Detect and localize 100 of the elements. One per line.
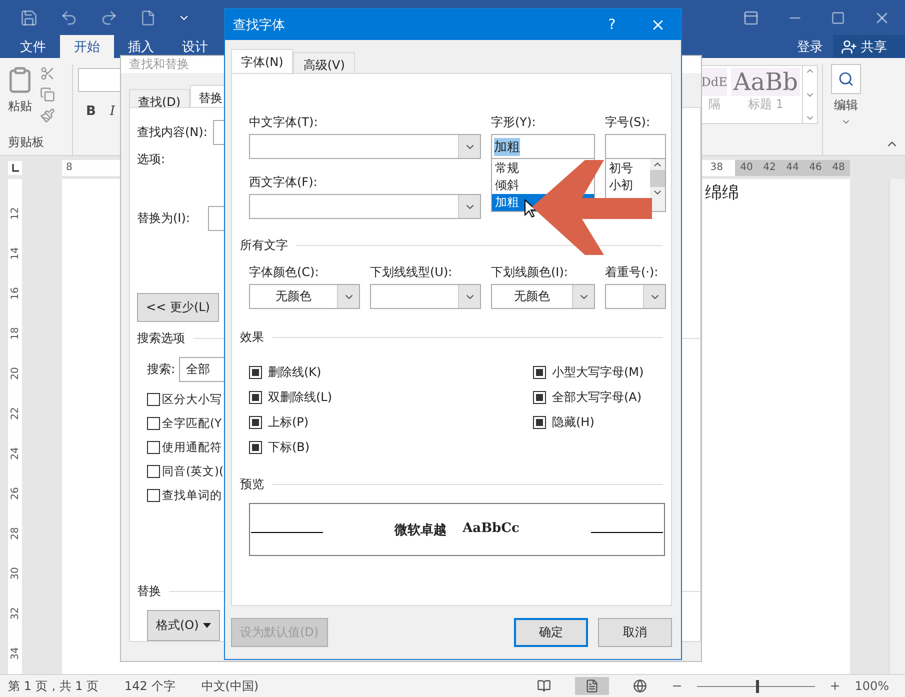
format-painter-icon[interactable] bbox=[40, 108, 55, 123]
ribbon-tab[interactable]: 开始 bbox=[60, 35, 114, 58]
field-label: 选项: bbox=[137, 151, 166, 168]
checkbox-label: 使用通配符 bbox=[162, 440, 222, 455]
share-button[interactable]: 共享 bbox=[833, 35, 905, 58]
user-plus-icon bbox=[841, 38, 857, 54]
checkbox[interactable] bbox=[533, 366, 546, 379]
checkbox[interactable] bbox=[147, 465, 160, 478]
ruler-number: 44 bbox=[785, 162, 800, 173]
combo-label: 字体颜色(C): bbox=[249, 266, 320, 279]
ribbon-tab[interactable]: 设计 bbox=[168, 35, 222, 58]
sign-in-link[interactable]: 登录 bbox=[787, 35, 833, 58]
scrollbar[interactable] bbox=[889, 179, 905, 674]
word-count: 142 个字 bbox=[124, 678, 176, 694]
checkbox-label: 隐藏(H) bbox=[552, 414, 594, 431]
ruler-number: 20 bbox=[10, 366, 20, 380]
redo-icon[interactable] bbox=[100, 8, 118, 26]
combo-label: 下划线线型(U): bbox=[370, 266, 454, 279]
checkbox[interactable] bbox=[249, 416, 262, 429]
maximize-icon[interactable] bbox=[831, 10, 845, 24]
checkbox[interactable] bbox=[147, 489, 160, 502]
dialog-title: 查找字体 bbox=[233, 16, 286, 34]
page-icon bbox=[584, 679, 599, 693]
paste-button[interactable]: 粘贴 bbox=[0, 64, 40, 134]
zoom-level: 100% bbox=[854, 679, 889, 693]
checkbox-label: 查找单词的 bbox=[162, 488, 222, 503]
section-heading: 预览 bbox=[240, 476, 264, 493]
checkbox[interactable] bbox=[533, 416, 546, 429]
style-name: 隔 bbox=[708, 96, 720, 113]
ribbon-display-icon[interactable] bbox=[743, 10, 759, 26]
dialog-button[interactable]: 确定 bbox=[514, 618, 588, 647]
ruler-number: 26 bbox=[10, 487, 20, 500]
zoom-in-icon[interactable] bbox=[828, 680, 841, 692]
list-item[interactable]: 倾斜 bbox=[492, 177, 594, 194]
ruler-number: 46 bbox=[808, 162, 823, 173]
section-heading: 搜索选项 bbox=[137, 330, 185, 347]
ribbon-tab[interactable]: 文件 bbox=[6, 35, 60, 58]
font-style-field[interactable]: 加粗 bbox=[491, 134, 595, 159]
copy-icon[interactable] bbox=[40, 87, 55, 102]
ruler-number: 28 bbox=[10, 527, 20, 540]
less-button[interactable]: << 更少(L) bbox=[137, 293, 219, 322]
checkbox[interactable] bbox=[147, 441, 160, 454]
new-document-icon[interactable] bbox=[140, 10, 156, 26]
language-status: 中文(中国) bbox=[201, 678, 259, 694]
ruler-number: 48 bbox=[831, 162, 846, 173]
zoom-thumb[interactable] bbox=[756, 680, 759, 692]
font-size-field[interactable] bbox=[605, 134, 666, 159]
ruler-number: 18 bbox=[10, 326, 20, 340]
dialog-tab[interactable]: 查找(D) bbox=[129, 89, 190, 107]
ruler-number: 34 bbox=[10, 648, 20, 660]
checkbox[interactable] bbox=[147, 417, 160, 430]
bold-button[interactable]: B bbox=[86, 104, 96, 119]
ruler-number: 24 bbox=[10, 447, 20, 460]
checkbox-label: 小型大写字母(M) bbox=[552, 364, 644, 381]
search-button[interactable] bbox=[831, 64, 861, 94]
section-heading: 所有文字 bbox=[240, 237, 288, 254]
style-preview[interactable]: AaBb bbox=[731, 68, 800, 96]
field-label: 字形(Y): bbox=[491, 116, 537, 129]
checkbox[interactable] bbox=[533, 391, 546, 404]
list-item[interactable]: 小初 bbox=[606, 177, 650, 194]
editing-label: 编辑 bbox=[834, 97, 858, 114]
style-name: 标题 1 bbox=[748, 96, 784, 113]
checkbox[interactable] bbox=[249, 441, 262, 454]
globe-icon bbox=[632, 679, 647, 693]
undo-icon[interactable] bbox=[60, 8, 78, 26]
page-count: 第 1 页，共 1 页 bbox=[8, 678, 99, 694]
dialog-tab[interactable]: 高级(V) bbox=[293, 52, 355, 73]
style-preview[interactable]: DdE bbox=[701, 68, 728, 96]
save-icon[interactable] bbox=[20, 8, 38, 26]
ruler-number: 40 bbox=[739, 162, 754, 173]
checkbox-label: 双删除线(L) bbox=[268, 389, 332, 406]
ruler-number: 42 bbox=[762, 162, 777, 173]
dropdown[interactable]: 无颜色 bbox=[249, 284, 360, 309]
print-layout-button[interactable] bbox=[574, 677, 609, 695]
dropdown[interactable]: 无颜色 bbox=[491, 284, 595, 309]
scrollbar[interactable] bbox=[650, 159, 665, 211]
checkbox[interactable] bbox=[249, 366, 262, 379]
field-label: 西文字体(F): bbox=[249, 176, 318, 189]
book-icon bbox=[536, 679, 551, 693]
dialog-button[interactable]: 取消 bbox=[598, 618, 672, 647]
checkbox-label: 下标(B) bbox=[268, 439, 310, 456]
italic-button[interactable]: I bbox=[110, 104, 116, 119]
checkbox[interactable] bbox=[249, 391, 262, 404]
ruler-number: 16 bbox=[10, 286, 20, 300]
cursor-icon bbox=[524, 199, 538, 219]
cut-icon[interactable] bbox=[40, 66, 55, 81]
checkbox-label: 全部大写字母(A) bbox=[552, 389, 642, 406]
format-button[interactable]: 格式(O) bbox=[147, 610, 220, 641]
ribbon-tab[interactable]: 插入 bbox=[114, 35, 168, 58]
field-label: 中文字体(T): bbox=[249, 116, 319, 129]
help-button[interactable]: ? bbox=[589, 16, 635, 32]
ruler-number: 32 bbox=[10, 607, 20, 620]
tab-stop-icon[interactable] bbox=[11, 164, 19, 172]
ruler-number: 38 bbox=[710, 162, 723, 173]
checkbox-label: 全字匹配(Y bbox=[162, 416, 222, 431]
dialog-tab[interactable]: 字体(N) bbox=[231, 49, 294, 73]
field-label: 字号(S): bbox=[605, 116, 652, 129]
group-label: 剪贴板 bbox=[7, 134, 45, 151]
checkbox[interactable] bbox=[147, 393, 160, 406]
combo-label: 着重号(·): bbox=[605, 266, 660, 279]
